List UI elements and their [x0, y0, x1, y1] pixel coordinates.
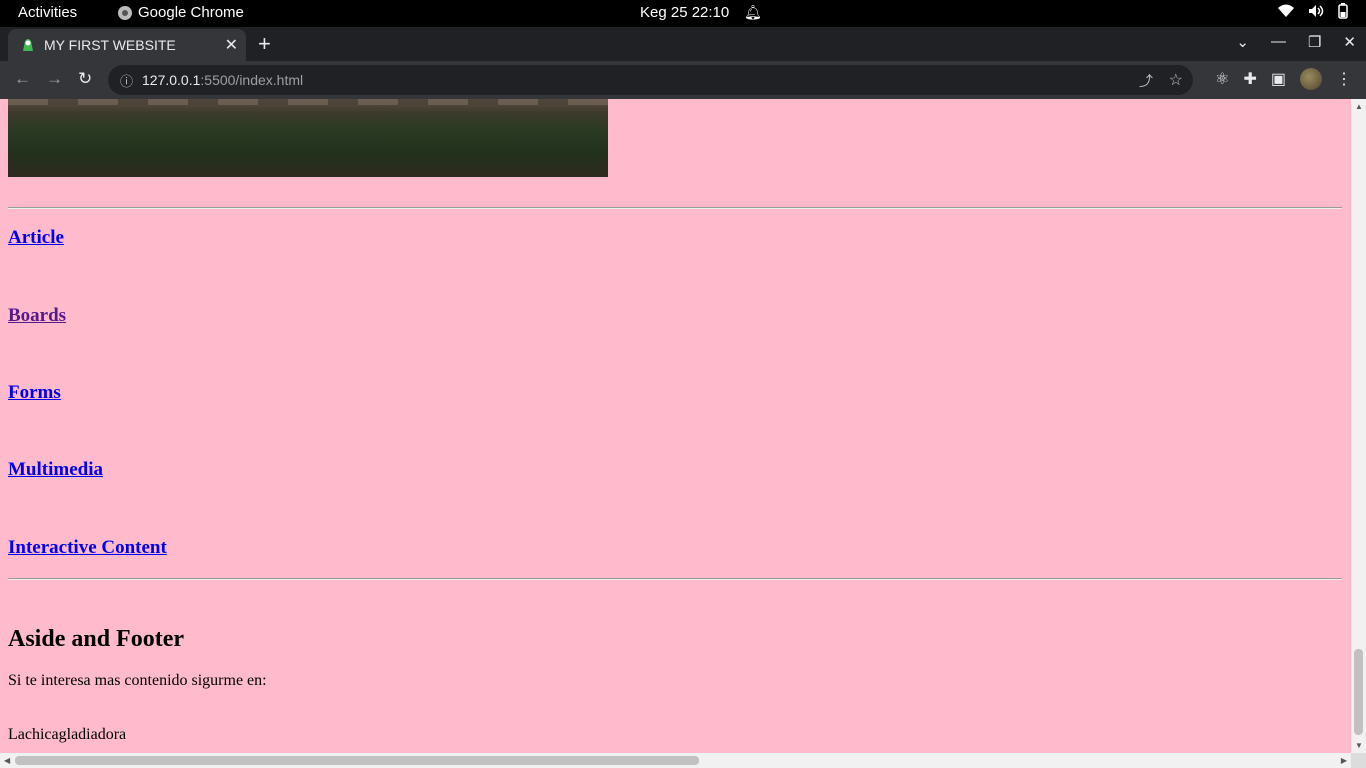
link-boards[interactable]: Boards — [8, 305, 66, 327]
tab-active[interactable]: MY FIRST WEBSITE ✕ — [8, 29, 246, 61]
scroll-down-arrow-icon[interactable]: ▼ — [1355, 741, 1363, 750]
url-path: :5500/index.html — [200, 72, 304, 88]
react-devtools-icon[interactable]: ⚛ — [1215, 69, 1229, 89]
address-bar[interactable]: ⓘ 127.0.0.1:5500/index.html ⤴ ☆ — [108, 65, 1193, 95]
scroll-right-arrow-icon[interactable]: ▶ — [1341, 756, 1347, 765]
system-top-bar: Activities Google Chrome Keg 25 22:10 🔔︎ — [0, 0, 1366, 27]
link-article[interactable]: Article — [8, 227, 64, 249]
tab-strip: MY FIRST WEBSITE ✕ + ⌄ — ❐ ✕ — [0, 27, 1366, 61]
scroll-left-arrow-icon[interactable]: ◀ — [4, 756, 10, 765]
window-controls: ⌄ — ❐ ✕ — [1236, 33, 1356, 51]
link-multimedia[interactable]: Multimedia — [8, 459, 103, 481]
profile-avatar[interactable] — [1300, 68, 1322, 90]
link-interactive-content[interactable]: Interactive Content — [8, 537, 167, 559]
scroll-up-arrow-icon[interactable]: ▲ — [1355, 102, 1363, 111]
horizontal-scroll-thumb[interactable] — [15, 756, 699, 765]
share-icon[interactable]: ⤴ — [1139, 71, 1153, 91]
horizontal-scrollbar[interactable]: ◀ ▶ — [0, 753, 1351, 768]
extensions-puzzle-icon[interactable]: ✚ — [1243, 69, 1256, 89]
site-info-icon[interactable]: ⓘ — [120, 71, 133, 90]
site-favicon-icon — [20, 37, 36, 53]
restore-button[interactable]: ❐ — [1308, 33, 1321, 51]
clock[interactable]: Keg 25 22:10 — [640, 4, 729, 21]
battery-icon — [1338, 3, 1348, 23]
side-panel-icon[interactable]: ▣ — [1271, 69, 1286, 89]
volume-icon — [1308, 4, 1324, 22]
close-window-button[interactable]: ✕ — [1343, 33, 1356, 51]
app-name: Google Chrome — [138, 4, 244, 21]
url-text[interactable]: 127.0.0.1:5500/index.html — [142, 72, 303, 88]
link-forms[interactable]: Forms — [8, 382, 61, 404]
reload-icon[interactable]: ↻ — [78, 69, 92, 89]
tab-search-icon[interactable]: ⌄ — [1236, 33, 1249, 51]
vertical-scroll-thumb[interactable] — [1354, 649, 1363, 735]
toolbar-actions: ⚛ ✚ ▣ ⋮ — [1215, 68, 1352, 90]
new-tab-button[interactable]: + — [258, 31, 271, 57]
bell-icon: 🔔︎ — [744, 4, 762, 20]
bookmark-star-icon[interactable]: ☆ — [1169, 70, 1183, 90]
tab-title: MY FIRST WEBSITE — [44, 37, 176, 53]
page-viewport: Article Boards Forms Multimedia Interact… — [0, 99, 1351, 753]
url-host: 127.0.0.1 — [142, 72, 201, 88]
tab-close-icon[interactable]: ✕ — [225, 35, 238, 55]
system-tray[interactable] — [1278, 3, 1348, 23]
aside-heading: Aside and Footer — [8, 626, 184, 652]
divider — [8, 578, 1342, 580]
field-photo — [8, 99, 608, 177]
footer-name: Lachicagladiadora — [8, 726, 127, 743]
back-arrow-icon[interactable]: ← — [14, 69, 31, 89]
vertical-scrollbar[interactable]: ▲ ▼ — [1351, 99, 1366, 753]
scrollbar-corner — [1351, 753, 1366, 768]
chrome-icon — [118, 5, 132, 20]
divider — [8, 207, 1342, 209]
minimize-button[interactable]: — — [1271, 33, 1286, 51]
forward-arrow-icon[interactable]: → — [46, 69, 63, 89]
browser-toolbar: ← → ↻ ⓘ 127.0.0.1:5500/index.html ⤴ ☆ ⚛ … — [0, 61, 1366, 99]
app-menu[interactable]: Google Chrome — [118, 4, 244, 21]
aside-text: Si te interesa mas contenido sigurme en: — [8, 672, 267, 689]
more-menu-icon[interactable]: ⋮ — [1336, 69, 1352, 89]
activities-button[interactable]: Activities — [18, 4, 77, 21]
wifi-icon — [1278, 4, 1294, 22]
